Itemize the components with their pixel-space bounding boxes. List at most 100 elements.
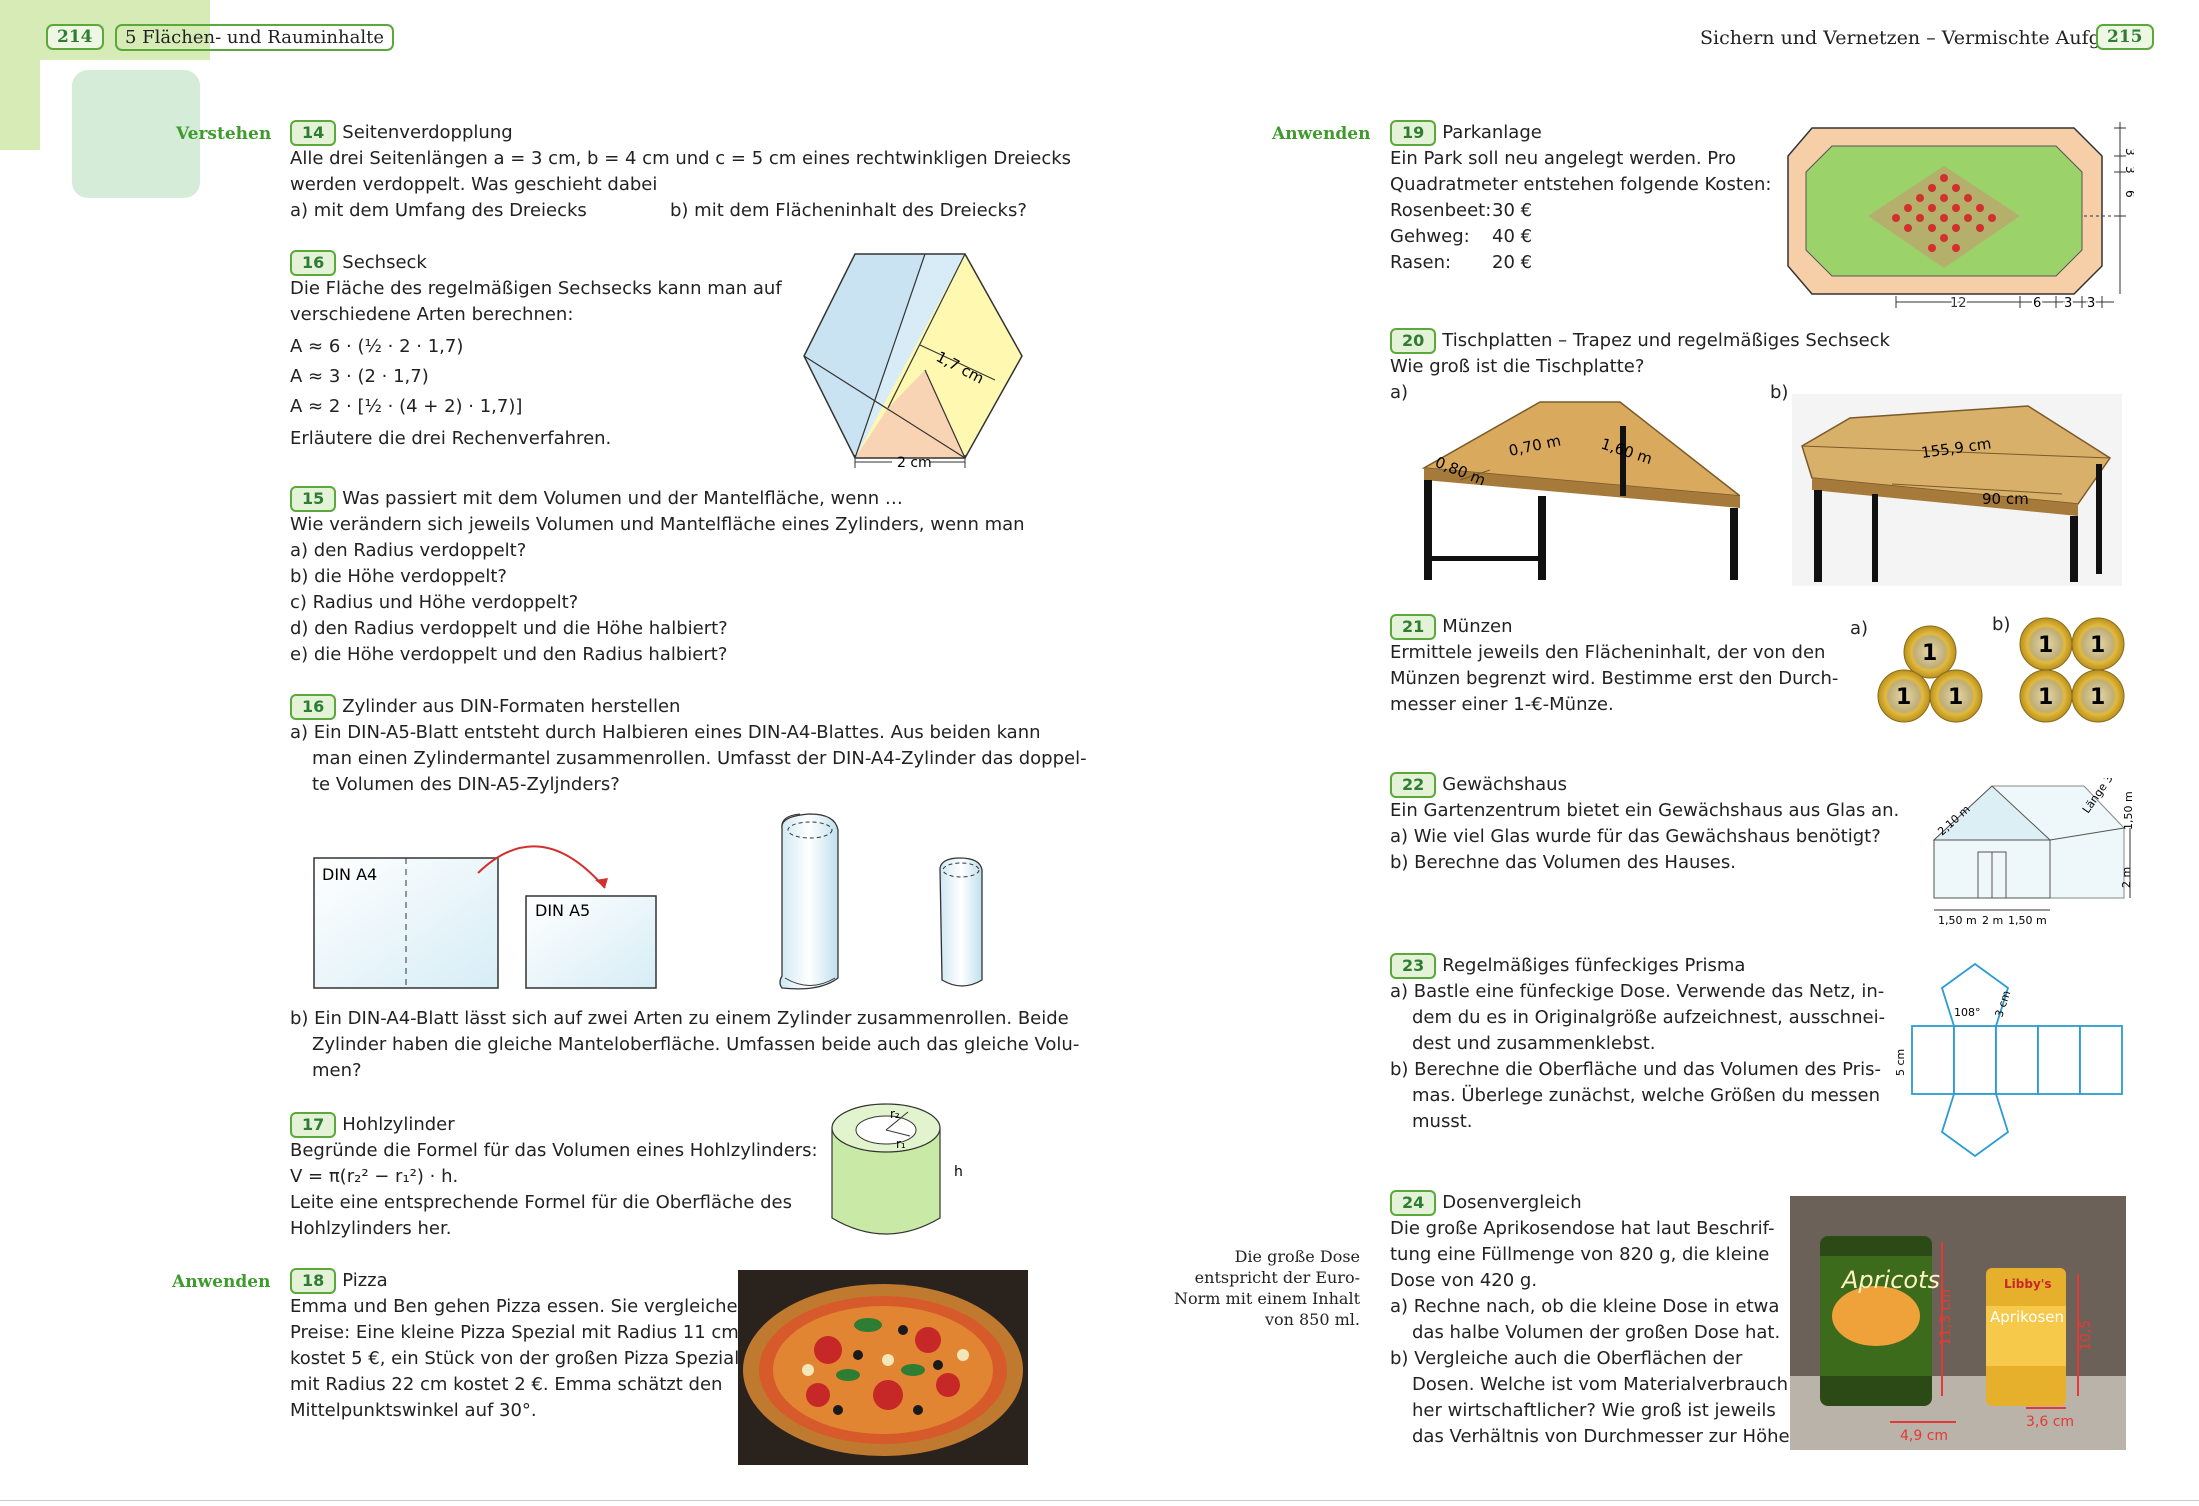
text-line: Leite eine entsprechende Formel für die … — [290, 1192, 792, 1213]
task-number: 18 — [290, 1268, 337, 1294]
r2-label: r₂ — [890, 1107, 900, 1121]
note-line: Norm mit einem Inhalt — [1174, 1289, 1360, 1308]
coins-figure: 1 1 1 1 1 1 1 — [1877, 617, 2125, 723]
coin-label: 1 — [2090, 633, 2105, 658]
coins-label-a: a) — [1850, 618, 1869, 639]
subtask-a: a) Wie viel Glas wurde für das Gewächsha… — [1390, 826, 1881, 847]
subtask-b: b) Ein DIN-A4-Blatt lässt sich auf zwei … — [290, 1008, 1069, 1029]
note-line: von 850 ml. — [1264, 1310, 1360, 1329]
note-line: Die große Dose — [1234, 1247, 1360, 1266]
dim-label: 6 — [2123, 190, 2134, 198]
dim-label: 1,50 m — [1938, 914, 1977, 927]
task-18: 18 Pizza Emma und Ben gehen Pizza essen. … — [290, 1268, 750, 1424]
task-title: Parkanlage — [1442, 122, 1542, 143]
label-verstehen: Verstehen — [176, 124, 272, 144]
task-title: Zylinder aus DIN-Formaten herstellen — [342, 696, 681, 717]
task-number: 19 — [1390, 120, 1437, 146]
din-a5-label: DIN A5 — [535, 901, 590, 920]
side-note: Die große Dose entspricht der Euro- Norm… — [1170, 1246, 1360, 1330]
label-anwenden: Anwenden — [1272, 124, 1371, 144]
coin-label: 1 — [1948, 685, 1963, 710]
text-line: Erläutere die drei Rechenverfahren. — [290, 428, 612, 449]
text-line: tung eine Füllmenge von 820 g, die klein… — [1390, 1244, 1770, 1265]
task-number: 20 — [1390, 328, 1437, 354]
coin-group-b: 1 1 1 1 — [2019, 617, 2125, 723]
text-line: Zylinder haben die gleiche Manteloberflä… — [312, 1034, 1080, 1055]
table-hexagon-figure: 155,9 cm 90 cm — [1792, 394, 2122, 586]
task-title: Sechseck — [342, 252, 427, 273]
text-line: Dose von 420 g. — [1390, 1270, 1538, 1291]
task-number: 21 — [1390, 614, 1437, 640]
hexagon-figure: 1,7 cm 2 cm — [803, 253, 1023, 470]
text-line: Münzen begrenzt wird. Bestimme erst den … — [1390, 668, 1839, 689]
task-17: 17 Hohlzylinder Begründe die Formel für d… — [290, 1112, 830, 1242]
dim-label: 3 — [2087, 296, 2095, 311]
text-line: Preise: Eine kleine Pizza Spezial mit Ra… — [290, 1322, 739, 1343]
page-number: 215 — [2096, 24, 2154, 50]
cost-value: 20 € — [1492, 252, 1533, 273]
text-line: Wie verändern sich jeweils Volumen und M… — [290, 514, 1025, 535]
task-23: 23 Regelmäßiges fünfeckiges Prisma a) Bas… — [1390, 953, 1885, 1135]
coin-label: 1 — [2090, 685, 2105, 710]
din-a4-label: DIN A4 — [322, 865, 377, 884]
subtask-e: e) die Höhe verdoppelt und den Radius ha… — [290, 644, 728, 665]
formula-1: A ≈ 6 · (½ · 2 · 1,7) — [290, 336, 464, 357]
note-line: entspricht der Euro- — [1194, 1268, 1360, 1287]
task-title: Pizza — [342, 1270, 388, 1291]
dim-label: 4,9 cm — [1900, 1428, 1948, 1444]
text-line: men? — [312, 1060, 362, 1081]
subtask-a: a) mit dem Umfang des Dreiecks — [290, 200, 587, 221]
text-line: Wie groß ist die Tischplatte? — [1390, 356, 1645, 377]
brand-label: Libby's — [2004, 1277, 2052, 1291]
dim-label: 3 — [2064, 296, 2072, 311]
task-number: 17 — [290, 1112, 337, 1138]
hollow-cylinder-figure: r₂ r₁ h — [831, 1103, 963, 1235]
dim-base: 2 cm — [897, 455, 932, 470]
dim-label: 3 — [2123, 148, 2134, 156]
task-16-sechseck: 16 Sechseck Die Fläche des regelmäßigen S… — [290, 250, 782, 452]
cost-value: 30 € — [1492, 200, 1533, 221]
table-trapezoid-figure: 0,80 m 0,70 m 1,60 m — [1421, 401, 1740, 580]
task-title: Münzen — [1442, 616, 1513, 637]
subtask-a: a) Rechne nach, ob die kleine Dose in et… — [1390, 1296, 1780, 1317]
coin-label: 1 — [1896, 685, 1911, 710]
page-header: Sichern und Vernetzen – Vermischte Aufga… — [1700, 27, 2148, 49]
coin-label: 1 — [1922, 641, 1937, 666]
text-line: dest und zusammenklebst. — [1412, 1033, 1656, 1054]
formula-2: A ≈ 3 · (2 · 1,7) — [290, 366, 429, 387]
left-page: 214 5 Flächen- und Rauminhalte Verstehen… — [0, 0, 1100, 1506]
text-line: Die große Aprikosendose hat laut Beschri… — [1390, 1218, 1775, 1239]
task-16-zylinder: 16 Zylinder aus DIN-Formaten herstellen a… — [290, 694, 1087, 798]
task-title: Gewächshaus — [1442, 774, 1567, 795]
text-line: Dosen. Welche ist vom Materialverbrauch — [1412, 1374, 1788, 1395]
text-line: Die Fläche des regelmäßigen Sechsecks ka… — [290, 278, 782, 299]
text-line: te Volumen des DIN-A5-Zyljnders? — [312, 774, 620, 795]
angle-label: 108° — [1954, 1006, 1981, 1019]
task-number: 23 — [1390, 953, 1437, 979]
subtask-a: a) — [1390, 382, 1409, 403]
can-label: Apricots — [1840, 1266, 1940, 1294]
task-22: 22 Gewächshaus Ein Gartenzentrum bietet e… — [1390, 772, 1899, 876]
text-line: Emma und Ben gehen Pizza essen. Sie verg… — [290, 1296, 750, 1317]
cost-label: Gehweg: — [1390, 226, 1470, 247]
dim-label: 12 — [1950, 296, 1967, 311]
can-label: Aprikosen — [1990, 1308, 2064, 1326]
subtask-b: b) mit dem Flächeninhalt des Dreiecks? — [670, 200, 1027, 221]
dim-label: 3,6 cm — [2026, 1414, 2074, 1430]
chapter-title: 5 Flächen- und Rauminhalte — [115, 24, 394, 51]
text-line: Ein Park soll neu angelegt werden. Pro — [1390, 148, 1736, 169]
text-line: verschiedene Arten berechnen: — [290, 304, 574, 325]
subtask-a: a) den Radius verdoppelt? — [290, 540, 527, 561]
task-24: 24 Dosenvergleich Die große Aprikosendose… — [1390, 1190, 1799, 1450]
subtask-c: c) Radius und Höhe verdoppelt? — [290, 592, 579, 613]
subtask-b: b) Berechne das Volumen des Hauses. — [1390, 852, 1736, 873]
prism-net-figure: 108° 3 cm 5 cm — [1894, 962, 2123, 1158]
text-line: das halbe Volumen der großen Dose hat. — [1412, 1322, 1781, 1343]
subtask-d: d) den Radius verdoppelt und die Höhe ha… — [290, 618, 728, 639]
subtask-a: a) Bastle eine fünfeckige Dose. Verwende… — [1390, 981, 1885, 1002]
task-16-zylinder-b: b) Ein DIN-A4-Blatt lässt sich auf zwei … — [290, 1006, 1080, 1084]
label-anwenden: Anwenden — [172, 1272, 271, 1292]
dim-label: 1,50 m — [2122, 791, 2134, 830]
formula: V = π(r₂² − r₁²) · h. — [290, 1166, 459, 1187]
coin-label: 1 — [2038, 685, 2053, 710]
